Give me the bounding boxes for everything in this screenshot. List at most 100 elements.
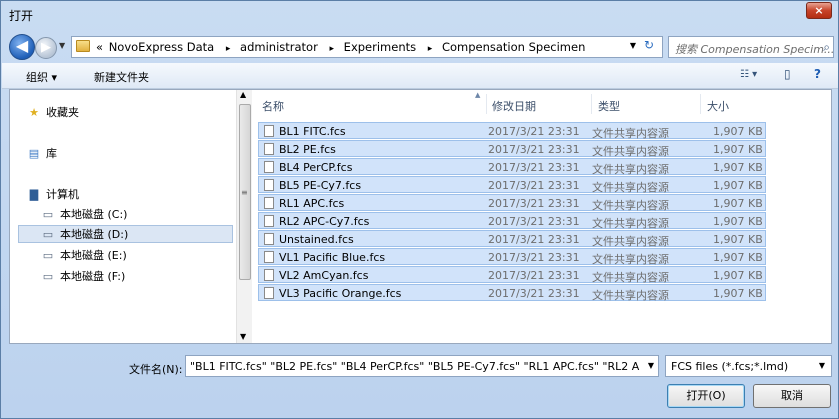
- column-header-name[interactable]: 名称: [262, 98, 284, 114]
- drive-icon: ▭: [42, 208, 54, 221]
- file-date: 2017/3/21 23:31: [488, 197, 580, 210]
- refresh-icon[interactable]: ↻: [640, 38, 658, 56]
- help-icon[interactable]: ?: [814, 67, 821, 81]
- file-type-value: FCS files (*.fcs;*.lmd): [671, 360, 789, 373]
- drive-icon: ▭: [42, 270, 54, 283]
- navigation-scrollbar[interactable]: ▲ ≡ ▼: [236, 90, 252, 343]
- close-button[interactable]: ×: [806, 2, 832, 19]
- search-placeholder: 搜索 Compensation Specim...: [675, 43, 835, 56]
- column-header-type[interactable]: 类型: [598, 98, 620, 114]
- sort-ascending-icon: ▲: [475, 91, 481, 99]
- star-icon: ★: [29, 106, 39, 119]
- search-icon[interactable]: ⌕: [823, 40, 830, 55]
- column-header-label: 名称: [262, 100, 284, 113]
- file-name: RL2 APC-Cy7.fcs: [279, 215, 370, 228]
- scroll-up-icon[interactable]: ▲: [240, 90, 246, 99]
- file-date: 2017/3/21 23:31: [488, 143, 580, 156]
- file-type: 文件共享内容源: [592, 127, 669, 140]
- recent-locations-dropdown-icon[interactable]: ▼: [59, 41, 65, 50]
- breadcrumb-separator-icon[interactable]: ▸: [428, 44, 433, 54]
- file-row[interactable]: VL1 Pacific Blue.fcs 2017/3/21 23:31 文件共…: [258, 248, 766, 266]
- file-icon: [264, 215, 274, 227]
- chevron-down-icon[interactable]: ▼: [819, 361, 825, 370]
- organize-button[interactable]: 组织 ▾: [26, 69, 57, 85]
- drive-icon: ▭: [42, 249, 54, 262]
- new-folder-button[interactable]: 新建文件夹: [94, 69, 149, 85]
- file-size: 1,907 KB: [713, 233, 763, 246]
- browser-area: ★ 收藏夹 ▤ 库 ▇ 计算机 ▭ 本地磁盘 (C:) ▭ 本地磁盘 (D:) ▭ 本地磁盘…: [9, 89, 832, 344]
- file-type: 文件共享内容源: [592, 217, 669, 230]
- breadcrumb-separator-icon[interactable]: ▸: [226, 44, 231, 54]
- file-icon: [264, 251, 274, 263]
- breadcrumb-separator-icon[interactable]: ▸: [329, 44, 334, 54]
- library-icon: ▤: [28, 147, 40, 160]
- scroll-grip-icon: ≡: [241, 188, 248, 197]
- sidebar-item-drive-f[interactable]: ▭ 本地磁盘 (F:): [40, 268, 125, 286]
- file-size: 1,907 KB: [713, 161, 763, 174]
- sidebar-item-computer[interactable]: ▇ 计算机: [26, 186, 79, 204]
- scroll-down-icon[interactable]: ▼: [240, 332, 246, 341]
- file-row[interactable]: VL3 Pacific Orange.fcs 2017/3/21 23:31 文…: [258, 284, 766, 302]
- column-divider[interactable]: [486, 94, 487, 114]
- file-icon: [264, 233, 274, 245]
- file-date: 2017/3/21 23:31: [488, 125, 580, 138]
- file-row[interactable]: BL1 FITC.fcs 2017/3/21 23:31 文件共享内容源 1,9…: [258, 122, 766, 140]
- sidebar-item-drive-e[interactable]: ▭ 本地磁盘 (E:): [40, 247, 127, 265]
- sidebar-item-label: 计算机: [46, 188, 79, 201]
- open-file-dialog: 打开 × ◀ ▶ ▼ « NovoExpress Data ▸ administ…: [0, 0, 839, 419]
- file-date: 2017/3/21 23:31: [488, 251, 580, 264]
- computer-icon: ▇: [29, 188, 39, 201]
- chevron-down-icon[interactable]: ▼: [648, 361, 654, 370]
- column-header-date[interactable]: 修改日期: [492, 98, 536, 114]
- address-bar[interactable]: « NovoExpress Data ▸ administrator ▸ Exp…: [71, 36, 663, 58]
- file-size: 1,907 KB: [713, 269, 763, 282]
- file-type-select[interactable]: FCS files (*.fcs;*.lmd) ▼: [665, 355, 832, 377]
- breadcrumb: « NovoExpress Data ▸ administrator ▸ Exp…: [96, 40, 587, 54]
- navigation-pane: ★ 收藏夹 ▤ 库 ▇ 计算机 ▭ 本地磁盘 (C:) ▭ 本地磁盘 (D:) ▭ 本地磁盘…: [10, 90, 235, 343]
- back-button[interactable]: ◀: [9, 34, 35, 60]
- file-row[interactable]: Unstained.fcs 2017/3/21 23:31 文件共享内容源 1,…: [258, 230, 766, 248]
- file-type: 文件共享内容源: [592, 235, 669, 248]
- sidebar-item-libraries[interactable]: ▤ 库: [26, 145, 57, 163]
- breadcrumb-overflow[interactable]: «: [96, 40, 103, 54]
- open-button[interactable]: 打开(O): [667, 384, 745, 408]
- file-row[interactable]: BL4 PerCP.fcs 2017/3/21 23:31 文件共享内容源 1,…: [258, 158, 766, 176]
- file-row[interactable]: RL2 APC-Cy7.fcs 2017/3/21 23:31 文件共享内容源 …: [258, 212, 766, 230]
- file-size: 1,907 KB: [713, 179, 763, 192]
- breadcrumb-experiments[interactable]: Experiments: [344, 40, 416, 54]
- filename-field[interactable]: "BL1 FITC.fcs" "BL2 PE.fcs" "BL4 PerCP.f…: [185, 355, 659, 377]
- file-name: BL5 PE-Cy7.fcs: [279, 179, 362, 192]
- sidebar-item-favorites[interactable]: ★ 收藏夹: [26, 104, 79, 122]
- file-row[interactable]: VL2 AmCyan.fcs 2017/3/21 23:31 文件共享内容源 1…: [258, 266, 766, 284]
- file-name: BL1 FITC.fcs: [279, 125, 346, 138]
- view-options-icon[interactable]: ☷ ▾: [740, 69, 757, 80]
- file-icon: [264, 269, 274, 281]
- column-header-size[interactable]: 大小: [707, 98, 729, 114]
- file-name: VL3 Pacific Orange.fcs: [279, 287, 402, 300]
- column-divider[interactable]: [591, 94, 592, 114]
- file-row[interactable]: RL1 APC.fcs 2017/3/21 23:31 文件共享内容源 1,90…: [258, 194, 766, 212]
- breadcrumb-novoexpress-data[interactable]: NovoExpress Data: [109, 40, 215, 54]
- folder-icon: [76, 40, 90, 52]
- preview-pane-icon[interactable]: ▯: [784, 67, 791, 81]
- column-divider[interactable]: [700, 94, 701, 114]
- file-row[interactable]: BL5 PE-Cy7.fcs 2017/3/21 23:31 文件共享内容源 1…: [258, 176, 766, 194]
- file-date: 2017/3/21 23:31: [488, 161, 580, 174]
- filename-label: 文件名(N):: [129, 363, 183, 376]
- cancel-button[interactable]: 取消: [753, 384, 831, 408]
- sidebar-item-label: 本地磁盘 (F:): [60, 270, 126, 283]
- sidebar-item-label: 本地磁盘 (D:): [60, 228, 129, 241]
- forward-button[interactable]: ▶: [35, 37, 57, 59]
- sidebar-item-drive-d[interactable]: ▭ 本地磁盘 (D:): [18, 225, 233, 243]
- search-input[interactable]: 搜索 Compensation Specim... ⌕: [668, 36, 834, 58]
- address-dropdown-icon[interactable]: ▼: [630, 41, 636, 50]
- breadcrumb-compensation-specimen[interactable]: Compensation Specimen: [442, 40, 585, 54]
- file-name: RL1 APC.fcs: [279, 197, 345, 210]
- file-size: 1,907 KB: [713, 251, 763, 264]
- breadcrumb-administrator[interactable]: administrator: [240, 40, 318, 54]
- file-row[interactable]: BL2 PE.fcs 2017/3/21 23:31 文件共享内容源 1,907…: [258, 140, 766, 158]
- drive-icon: ▭: [42, 228, 54, 241]
- title-bar: 打开 ×: [1, 1, 838, 29]
- file-type: 文件共享内容源: [592, 199, 669, 212]
- sidebar-item-drive-c[interactable]: ▭ 本地磁盘 (C:): [40, 206, 128, 224]
